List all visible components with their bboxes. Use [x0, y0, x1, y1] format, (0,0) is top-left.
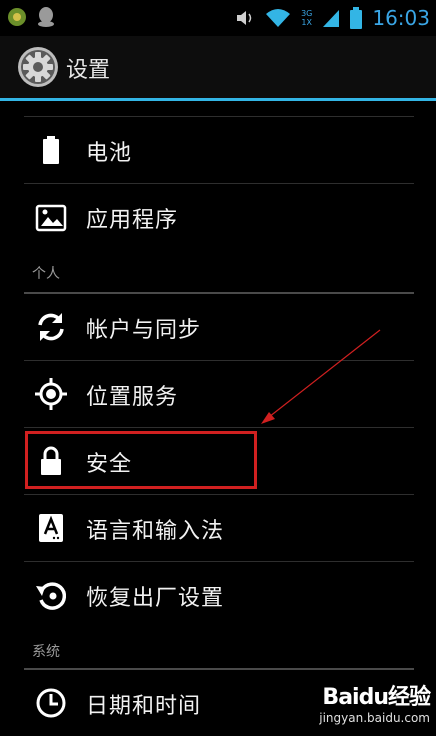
apps-icon [35, 204, 67, 232]
settings-item-apps[interactable]: 应用程序 [24, 184, 414, 250]
battery-status-icon [350, 7, 363, 29]
section-header-system: 系统 [32, 644, 60, 660]
qq-icon [38, 7, 54, 27]
volume-icon [237, 11, 252, 25]
watermark-url: jingyan.baidu.com [319, 711, 430, 725]
status-icons: 3G 1X 16:03 [235, 6, 430, 30]
app-notification-icon [8, 8, 26, 26]
settings-item-label: 日期和时间 [86, 694, 202, 719]
notification-icons [6, 6, 56, 28]
section-header-personal: 个人 [32, 266, 60, 282]
settings-item-factory-reset[interactable]: 恢复出厂设置 [24, 562, 414, 628]
action-bar: 设置 [0, 36, 436, 98]
highlight-box [25, 431, 257, 489]
restore-icon [36, 582, 67, 610]
settings-item-label: 电池 [86, 141, 133, 166]
watermark: Baidu经验 jingyan.baidu.com [319, 679, 431, 725]
settings-item-label: 位置服务 [86, 385, 179, 410]
network-type: 3G 1X [301, 9, 312, 27]
network-type-bottom: 1X [301, 18, 312, 27]
network-type-top: 3G [301, 9, 313, 18]
annotation-arrow [261, 329, 381, 424]
wifi-icon [266, 9, 291, 27]
settings-item-battery[interactable]: 电池 [24, 117, 414, 183]
clock-icon [36, 688, 66, 718]
clock-time: 16:03 [372, 6, 430, 30]
battery-icon [43, 136, 59, 164]
location-icon [35, 378, 67, 410]
baidu-logo: Baidu经验 [322, 685, 431, 710]
action-bar-divider [0, 98, 436, 101]
page-title: 设置 [66, 58, 111, 83]
settings-item-label: 语言和输入法 [86, 519, 225, 544]
settings-item-label: 应用程序 [86, 208, 179, 233]
settings-item-label: 帐户与同步 [86, 318, 202, 343]
settings-item-language-input[interactable]: 语言和输入法 [24, 495, 414, 561]
settings-item-label: 恢复出厂设置 [86, 586, 225, 611]
settings-gear-icon[interactable] [17, 46, 59, 88]
keyboard-icon [39, 514, 63, 542]
sync-icon [38, 313, 64, 341]
status-bar: 3G 1X 16:03 [0, 0, 436, 36]
signal-icon [323, 10, 340, 27]
